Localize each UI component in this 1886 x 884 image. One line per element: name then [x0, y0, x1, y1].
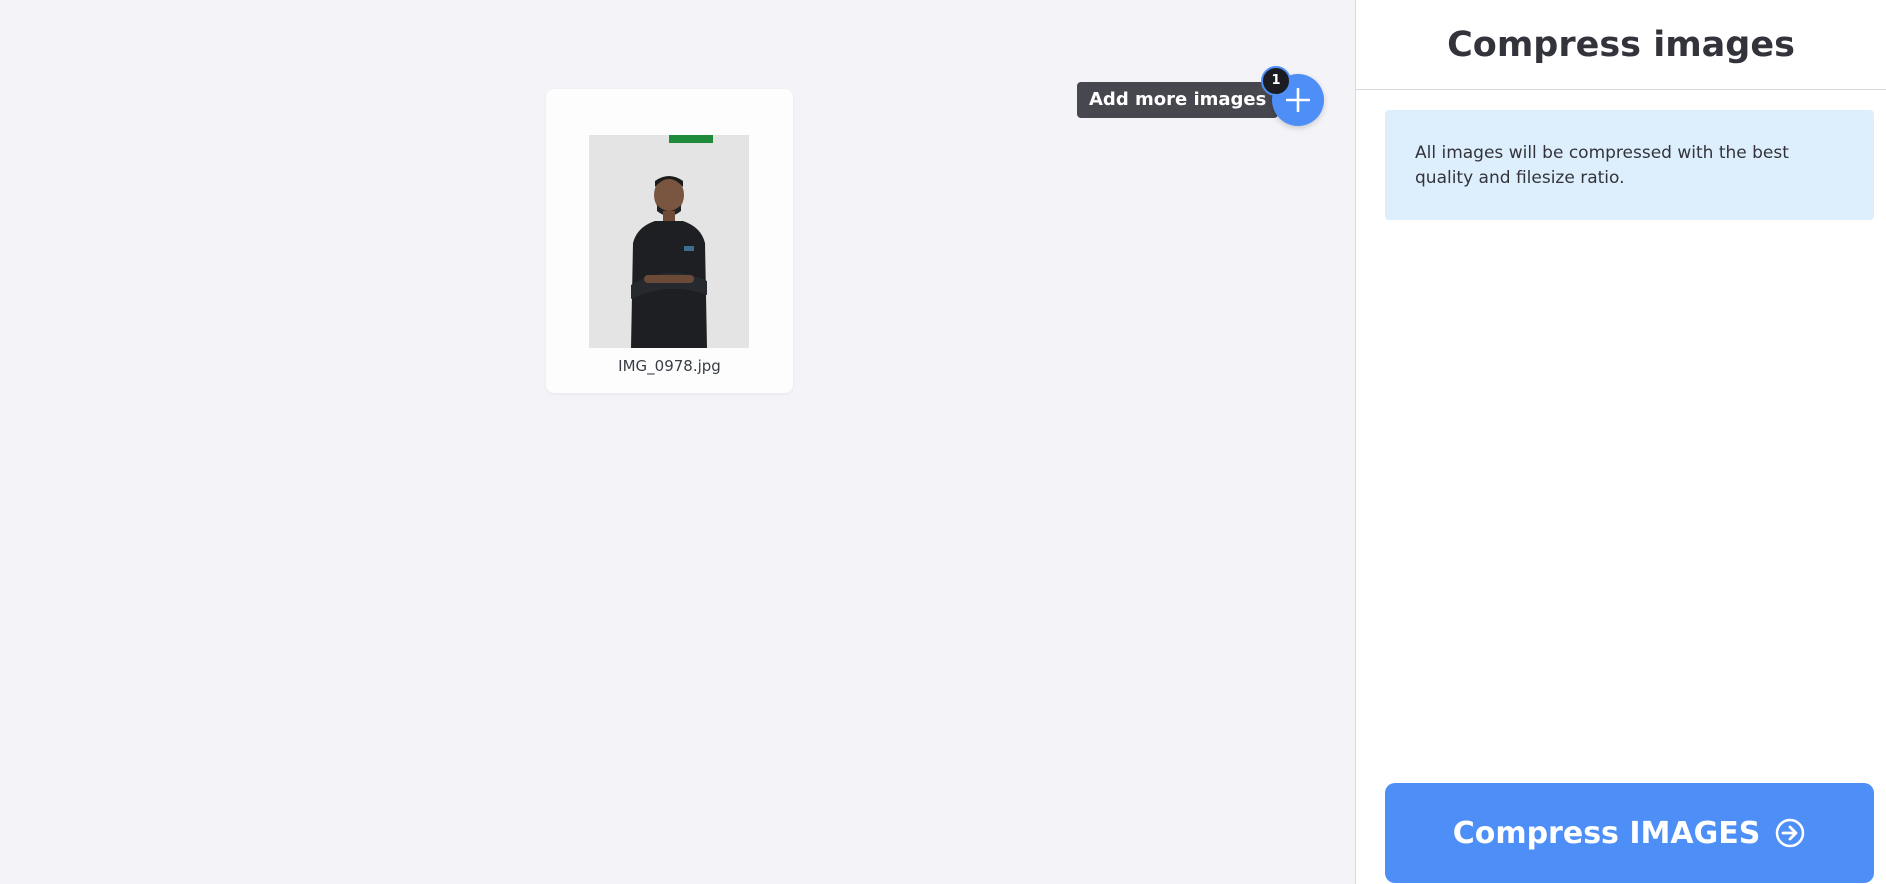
- sidebar-title: Compress images: [1356, 0, 1886, 90]
- add-more-tooltip: Add more images: [1077, 82, 1287, 118]
- photo-thumbnail-icon: [589, 135, 749, 348]
- info-message: All images will be compressed with the b…: [1385, 110, 1874, 220]
- arrow-circle-right-icon: [1776, 818, 1805, 848]
- file-count-badge: 1: [1261, 66, 1291, 96]
- plus-icon: [1286, 88, 1310, 112]
- compress-button-label: Compress IMAGES: [1452, 815, 1761, 851]
- compress-images-button[interactable]: Compress IMAGES: [1385, 783, 1874, 883]
- file-card[interactable]: IMG_0978.jpg: [546, 89, 793, 393]
- file-name: IMG_0978.jpg: [618, 357, 721, 375]
- sidebar: Compress images All images will be compr…: [1355, 0, 1886, 884]
- file-workspace: IMG_0978.jpg Add more images 1: [0, 0, 1355, 884]
- image-thumbnail: [589, 135, 749, 348]
